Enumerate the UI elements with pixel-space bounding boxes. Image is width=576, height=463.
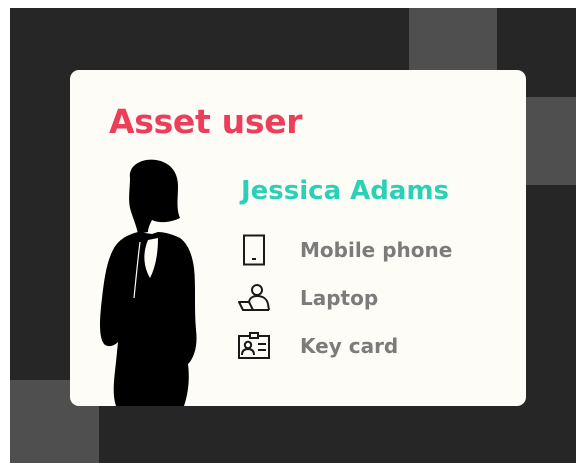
asset-label: Mobile phone <box>300 238 453 262</box>
asset-list: Mobile phone Laptop Key card <box>236 226 452 370</box>
asset-item-mobile-phone: Mobile phone <box>236 226 452 274</box>
asset-item-laptop: Laptop <box>236 274 452 322</box>
user-silhouette <box>100 159 197 406</box>
background-canvas: Asset user Jessica Adams Mobile phone La… <box>10 8 576 463</box>
asset-label: Key card <box>300 334 399 358</box>
card-title: Asset user <box>109 102 303 141</box>
asset-item-key-card: Key card <box>236 322 452 370</box>
user-name: Jessica Adams <box>241 176 450 206</box>
asset-label: Laptop <box>300 286 379 310</box>
asset-user-card: Asset user Jessica Adams Mobile phone La… <box>70 70 526 406</box>
laptop-user-icon <box>236 280 272 316</box>
mobile-phone-icon <box>236 232 272 268</box>
key-card-icon <box>236 328 272 364</box>
